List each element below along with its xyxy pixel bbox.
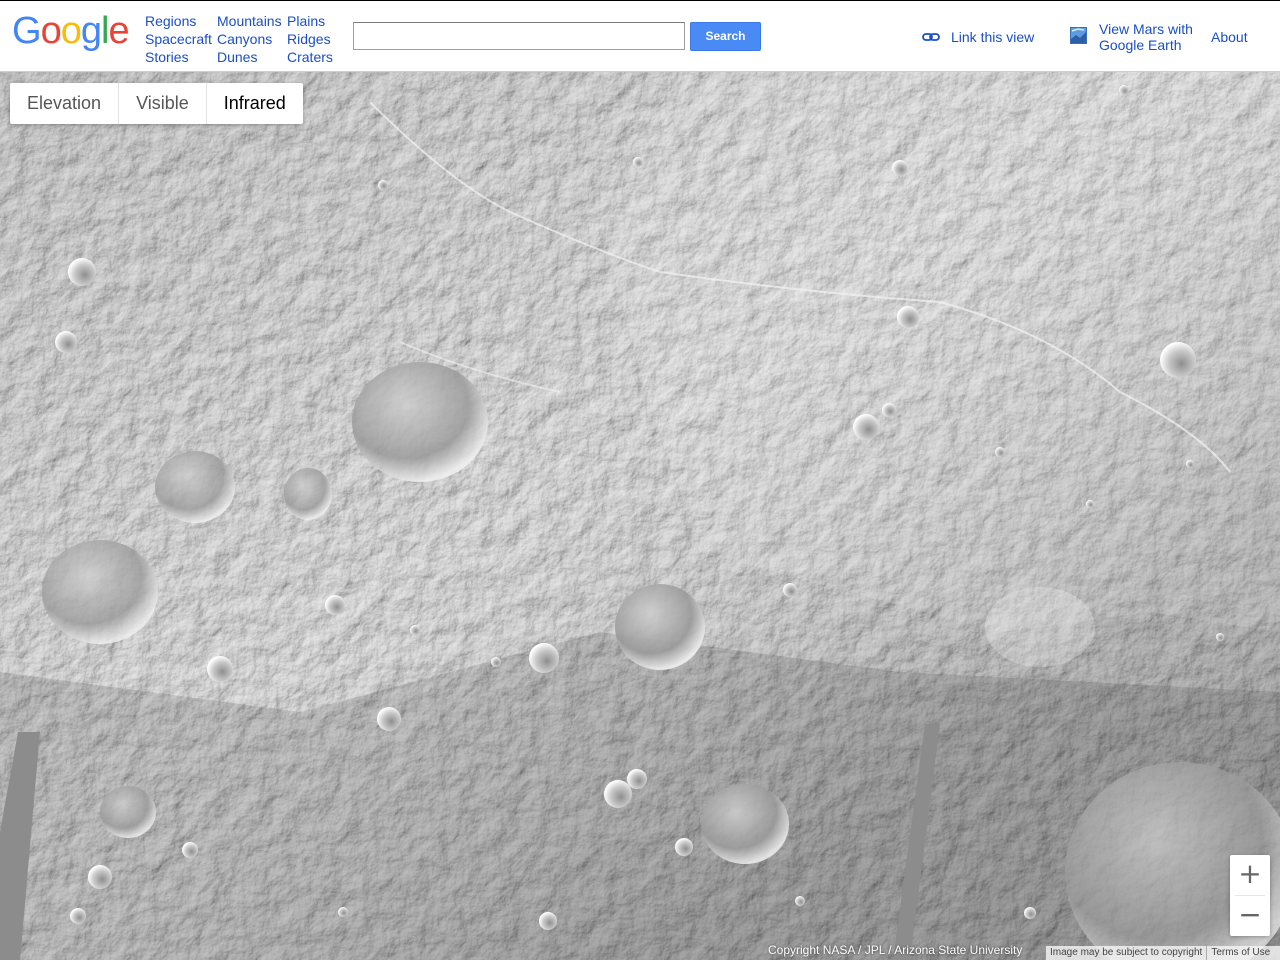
logo-letter: o xyxy=(60,10,82,52)
copyright-notice: Image may be subject to copyright xyxy=(1050,947,1203,958)
nav-stories-link[interactable]: Stories xyxy=(145,48,217,66)
nav-ridges-link[interactable]: Ridges xyxy=(287,30,347,48)
footer-bar: Image may be subject to copyright Terms … xyxy=(1046,946,1280,960)
mars-map[interactable] xyxy=(0,72,1280,960)
imagery-copyright: Copyright NASA / JPL / Arizona State Uni… xyxy=(768,943,1023,957)
logo-letter: o xyxy=(40,10,62,52)
zoom-control: + − xyxy=(1230,855,1270,936)
nav-links: Regions Mountains Plains Spacecraft Cany… xyxy=(145,12,347,66)
nav-plains-link[interactable]: Plains xyxy=(287,12,347,30)
logo-letter: g xyxy=(80,10,102,52)
google-logo[interactable]: Google xyxy=(12,10,130,52)
zoom-in-button[interactable]: + xyxy=(1230,855,1270,895)
nav-craters-link[interactable]: Craters xyxy=(287,48,347,66)
about-link[interactable]: About xyxy=(1211,29,1248,45)
tab-visible[interactable]: Visible xyxy=(119,83,207,124)
search-button[interactable]: Search xyxy=(690,22,761,51)
link-this-view[interactable]: Link this view xyxy=(922,29,1034,45)
terms-of-use-link[interactable]: Terms of Use xyxy=(1206,946,1274,960)
link-this-view-label: Link this view xyxy=(951,29,1035,45)
nav-spacecraft-link[interactable]: Spacecraft xyxy=(145,30,217,48)
logo-letter: G xyxy=(12,10,42,52)
logo-letter: l xyxy=(100,10,110,52)
chain-link-icon xyxy=(922,33,940,41)
tab-elevation[interactable]: Elevation xyxy=(10,83,120,124)
logo-letter: e xyxy=(108,10,129,52)
nav-mountains-link[interactable]: Mountains xyxy=(217,12,287,30)
zoom-out-button[interactable]: − xyxy=(1230,896,1270,936)
nav-dunes-link[interactable]: Dunes xyxy=(217,48,287,66)
search-input[interactable] xyxy=(353,22,685,50)
nav-canyons-link[interactable]: Canyons xyxy=(217,30,287,48)
top-header: Google Regions Mountains Plains Spacecra… xyxy=(0,0,1280,72)
google-earth-icon xyxy=(1070,27,1087,44)
google-earth-label: View Mars with Google Earth xyxy=(1099,21,1193,53)
nav-regions-link[interactable]: Regions xyxy=(145,12,217,30)
view-in-google-earth[interactable]: View Mars with Google Earth xyxy=(1070,21,1199,53)
mars-terrain-image xyxy=(0,72,1280,960)
map-layer-tabs: Elevation Visible Infrared xyxy=(10,83,303,124)
tab-infrared[interactable]: Infrared xyxy=(207,83,303,124)
